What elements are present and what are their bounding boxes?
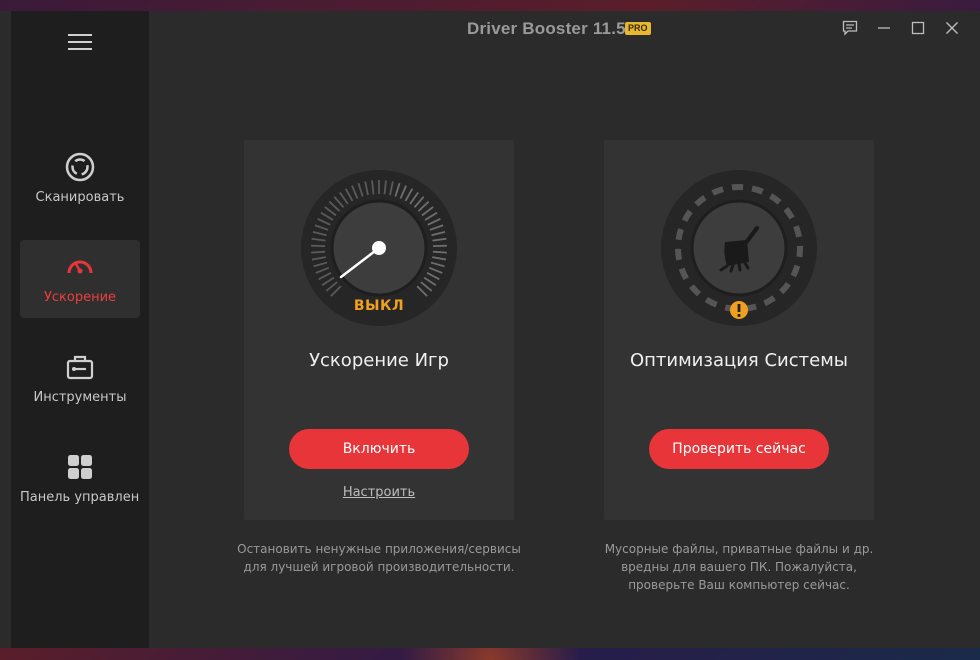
gauge-tick (311, 250, 326, 254)
check-now-button[interactable]: Проверить сейчас (649, 429, 829, 469)
system-optimize-description: Мусорные файлы, приватные файлы и др. вр… (569, 540, 909, 594)
sidebar-item-dashboard[interactable]: Панель управлен... (20, 440, 140, 518)
feedback-icon[interactable] (837, 17, 863, 39)
close-icon[interactable] (939, 17, 965, 39)
sidebar-item-scan[interactable]: Сканировать (20, 140, 140, 218)
app-title: Driver Booster 11.5 (467, 19, 626, 38)
sidebar-item-label: Панель управлен... (20, 490, 140, 505)
description-line: Мусорные файлы, приватные файлы и др. (604, 542, 874, 556)
gauge-tick (432, 250, 447, 254)
game-boost-title: Ускорение Игр (309, 350, 449, 371)
boost-status-label: ВЫКЛ (353, 298, 405, 314)
pro-badge: PRO (625, 22, 651, 35)
broom-icon (661, 170, 817, 326)
sidebar: Сканировать Ускорение Инструменты Панель… (11, 11, 149, 648)
description-line: для лучшей игровой производительности. (243, 560, 515, 574)
speedometer-icon (65, 252, 95, 282)
maximize-icon[interactable] (905, 17, 931, 39)
dashboard-icon (65, 452, 95, 482)
game-boost-card: ВЫКЛ Ускорение Игр Включить Настроить (244, 140, 514, 520)
sidebar-item-label: Сканировать (35, 190, 125, 205)
enable-button[interactable]: Включить (289, 429, 469, 469)
sidebar-item-label: Инструменты (33, 390, 127, 405)
description-line: Остановить ненужные приложения/сервисы (237, 542, 521, 556)
title-bar: Driver Booster 11.5 PRO (149, 11, 980, 47)
system-optimize-title: Оптимизация Системы (629, 350, 848, 371)
hamburger-menu-icon[interactable] (68, 34, 92, 50)
sidebar-item-label: Ускорение (43, 290, 117, 305)
configure-link[interactable]: Настроить (244, 485, 514, 500)
minimize-icon[interactable] (871, 17, 897, 39)
sidebar-item-boost[interactable]: Ускорение (20, 240, 140, 318)
sidebar-item-tools[interactable]: Инструменты (20, 340, 140, 418)
system-optimize-card: Оптимизация Системы Проверить сейчас (604, 140, 874, 520)
app-window: Сканировать Ускорение Инструменты Панель… (0, 11, 980, 648)
description-line: вредны для вашего ПК. Пожалуйста, (621, 560, 857, 574)
game-boost-description: Остановить ненужные приложения/сервисы д… (209, 540, 549, 576)
toolbox-icon (65, 352, 95, 382)
scan-icon (65, 152, 95, 182)
description-line: проверьте Ваш компьютер сейчас. (628, 578, 850, 592)
